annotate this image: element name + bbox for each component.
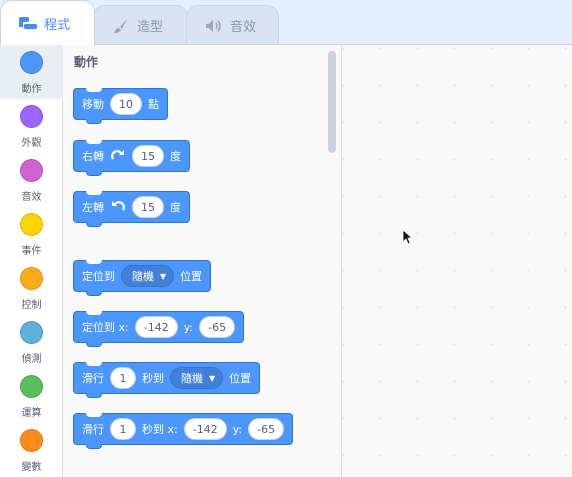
- code-icon: [19, 14, 37, 32]
- category-label: 變數: [21, 462, 42, 473]
- category-looks[interactable]: 外觀: [0, 99, 63, 153]
- steps-input[interactable]: 10: [110, 93, 142, 115]
- dropdown-value: 隨機: [132, 270, 154, 283]
- seconds-input[interactable]: 1: [110, 418, 136, 440]
- block-text: 位置: [180, 270, 203, 283]
- category-motion[interactable]: 動作: [0, 45, 63, 99]
- block-text: 滑行: [82, 423, 104, 436]
- operators-dot-icon: [20, 375, 43, 398]
- block-text: y:: [183, 320, 194, 334]
- degrees-input[interactable]: 15: [132, 145, 164, 167]
- x-input[interactable]: -142: [183, 418, 227, 440]
- y-input[interactable]: -65: [248, 418, 285, 440]
- x-input[interactable]: -142: [134, 316, 178, 338]
- block-text: 秒到: [142, 372, 164, 385]
- goto-xy-block[interactable]: 定位到 x: -142 y: -65: [73, 311, 245, 347]
- turn-left-block[interactable]: 左轉 15 度: [73, 191, 190, 227]
- category-events[interactable]: 事件: [0, 207, 63, 261]
- category-label: 偵測: [21, 354, 42, 365]
- block-text: 度: [170, 201, 181, 214]
- rotate-right-icon: [110, 148, 126, 164]
- script-workspace[interactable]: [342, 45, 572, 477]
- tab-sounds[interactable]: 音效: [186, 5, 279, 45]
- block-text: 點: [148, 98, 159, 111]
- editor-tabs: 程式 造型 音效: [0, 0, 572, 45]
- move-steps-block[interactable]: 移動 10 點: [73, 88, 168, 124]
- glide-target-dropdown[interactable]: 隨機 ▼: [170, 367, 224, 389]
- block-text: y:: [232, 422, 243, 436]
- variables-dot-icon: [20, 429, 43, 452]
- sound-dot-icon: [20, 159, 43, 182]
- category-label: 動作: [21, 84, 42, 95]
- motion-dot-icon: [20, 51, 43, 74]
- dropdown-value: 隨機: [181, 372, 203, 385]
- block-text: 位置: [229, 372, 252, 385]
- sensing-dot-icon: [20, 321, 43, 344]
- category-label: 音效: [21, 192, 42, 203]
- category-label: 運算: [21, 408, 42, 419]
- category-label: 控制: [21, 300, 42, 311]
- glide-xy-block[interactable]: 滑行 1 秒到 x: -142 y: -65: [73, 413, 294, 449]
- category-control[interactable]: 控制: [0, 261, 63, 315]
- block-palette: 動作 移動 10 點 右轉 15 度 左轉 15 度 定位到 隨機 ▼ 位置 定…: [63, 45, 342, 477]
- block-text: 左轉: [82, 201, 104, 214]
- scratch-editor: 程式 造型 音效 動作 外觀 音效 事件 控制 偵測 運算 變數 動作 移動 1…: [0, 0, 572, 477]
- seconds-input[interactable]: 1: [110, 367, 136, 389]
- degrees-input[interactable]: 15: [132, 196, 164, 218]
- tab-costumes-label: 造型: [137, 20, 164, 35]
- control-dot-icon: [20, 267, 43, 290]
- category-sound[interactable]: 音效: [0, 153, 63, 207]
- mouse-cursor-icon: [402, 229, 414, 249]
- chevron-down-icon: ▼: [209, 373, 216, 383]
- goto-target-dropdown[interactable]: 隨機 ▼: [121, 265, 175, 287]
- category-menu: 動作 外觀 音效 事件 控制 偵測 運算 變數: [0, 45, 63, 477]
- category-sensing[interactable]: 偵測: [0, 315, 63, 369]
- tab-sounds-label: 音效: [230, 20, 257, 35]
- goto-block[interactable]: 定位到 隨機 ▼ 位置: [73, 260, 212, 296]
- palette-section-title: 動作: [74, 55, 99, 69]
- speaker-icon: [205, 17, 223, 35]
- block-text: 度: [170, 150, 181, 163]
- block-text: 秒到 x:: [142, 423, 178, 436]
- block-text: 定位到: [82, 270, 115, 283]
- category-label: 事件: [21, 246, 42, 257]
- glide-block[interactable]: 滑行 1 秒到 隨機 ▼ 位置: [73, 362, 261, 398]
- category-label: 外觀: [21, 138, 42, 149]
- brush-icon: [112, 17, 130, 35]
- editor-main: 動作 外觀 音效 事件 控制 偵測 運算 變數 動作 移動 10 點 右轉 15…: [0, 44, 572, 477]
- block-text: 滑行: [82, 372, 104, 385]
- tab-code-label: 程式: [44, 17, 71, 33]
- tab-costumes[interactable]: 造型: [93, 5, 188, 45]
- block-text: 移動: [82, 98, 104, 111]
- rotate-left-icon: [110, 199, 126, 215]
- palette-scrollbar[interactable]: [328, 51, 336, 153]
- turn-right-block[interactable]: 右轉 15 度: [73, 140, 190, 176]
- chevron-down-icon: ▼: [160, 271, 167, 281]
- y-input[interactable]: -65: [199, 316, 236, 338]
- block-text: 定位到 x:: [82, 321, 129, 334]
- category-operators[interactable]: 運算: [0, 369, 63, 423]
- tab-code[interactable]: 程式: [0, 0, 95, 45]
- events-dot-icon: [20, 213, 43, 236]
- block-text: 右轉: [82, 150, 104, 163]
- category-variables[interactable]: 變數: [0, 423, 63, 477]
- looks-dot-icon: [20, 105, 43, 128]
